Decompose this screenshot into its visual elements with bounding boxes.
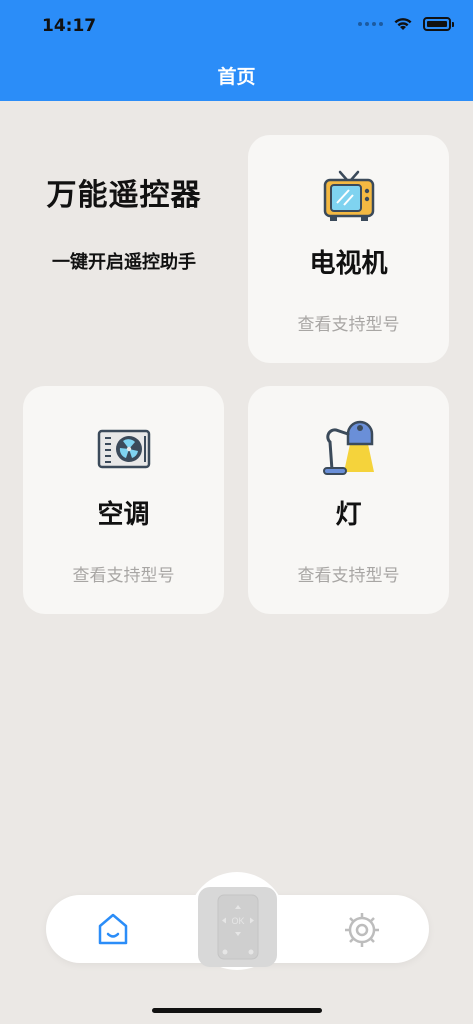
ok-label: OK — [231, 916, 244, 926]
home-icon[interactable] — [96, 911, 130, 947]
air-conditioner-icon — [97, 429, 150, 469]
remote-tab-button[interactable]: OK — [198, 887, 277, 967]
remote-icon: OK — [217, 894, 258, 960]
status-icons — [358, 16, 454, 31]
card-ac-models-link[interactable]: 查看支持型号 — [73, 561, 175, 586]
card-tv[interactable]: 电视机 查看支持型号 — [248, 135, 449, 363]
card-tv-models-link[interactable]: 查看支持型号 — [298, 310, 400, 335]
lamp-icon — [322, 420, 374, 475]
card-lamp[interactable]: 灯 查看支持型号 — [248, 386, 449, 614]
card-tv-name: 电视机 — [309, 249, 388, 279]
home-indicator — [152, 1008, 322, 1013]
card-ac-name: 空调 — [97, 500, 150, 530]
card-lamp-name: 灯 — [335, 500, 362, 530]
page-title: 首页 — [217, 66, 256, 88]
card-air-conditioner[interactable]: 空调 查看支持型号 — [23, 386, 224, 614]
tv-icon — [323, 170, 374, 221]
intro-subtitle: 一键开启遥控助手 — [52, 252, 196, 273]
intro-title: 万能遥控器 — [46, 178, 202, 213]
intro-block: 万能遥控器 一键开启遥控助手 — [24, 170, 224, 274]
top-bar: 14:17 首页 — [0, 0, 473, 101]
signal-icon — [358, 21, 383, 26]
wifi-icon — [394, 18, 412, 30]
battery-icon — [423, 16, 454, 31]
settings-icon[interactable] — [343, 911, 381, 949]
card-lamp-models-link[interactable]: 查看支持型号 — [298, 561, 400, 586]
status-time: 14:17 — [42, 16, 97, 36]
